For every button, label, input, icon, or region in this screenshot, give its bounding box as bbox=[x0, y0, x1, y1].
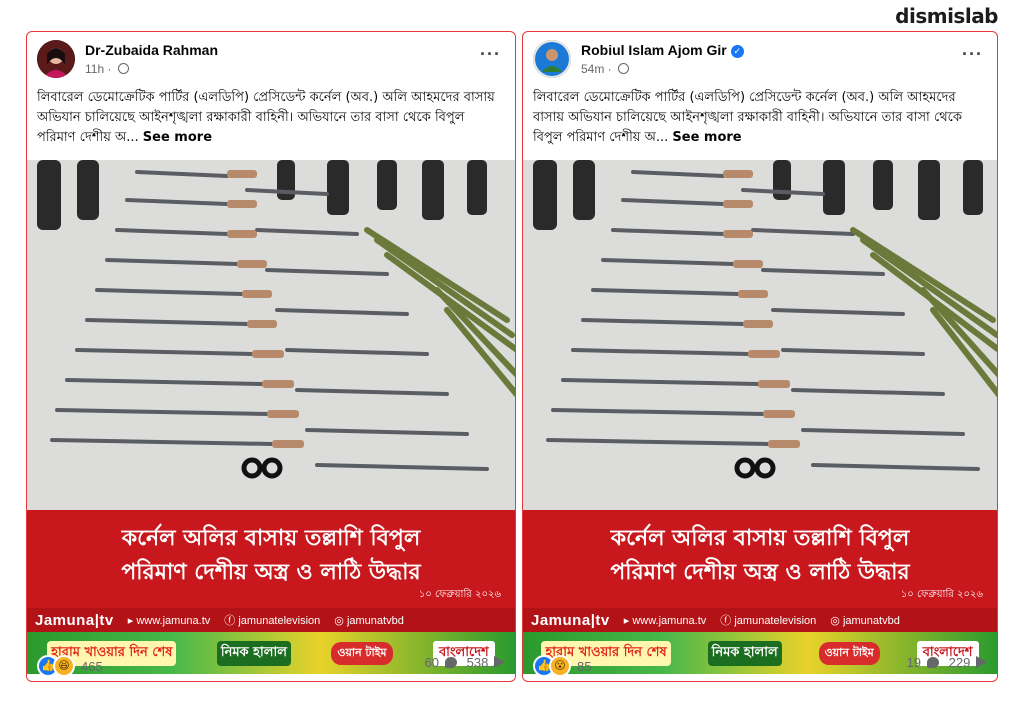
reaction-count: 85 bbox=[577, 658, 592, 674]
avatar-photo-icon bbox=[37, 40, 75, 78]
comment-count[interactable]: 60 bbox=[425, 655, 457, 670]
post-footer: 👍 😮 85 19 229 bbox=[533, 653, 987, 677]
headline-date: ১০ ফেব্রুয়ারি ২০২৬ bbox=[900, 589, 983, 600]
share-count[interactable]: 538 bbox=[467, 655, 505, 670]
author-name[interactable]: Dr-Zubaida Rahman bbox=[85, 42, 218, 58]
comment-icon bbox=[926, 657, 939, 668]
verified-badge-icon: ✓ bbox=[730, 45, 744, 58]
public-globe-icon bbox=[117, 63, 129, 74]
engagement-stats: 19 229 bbox=[907, 655, 987, 670]
avatar[interactable] bbox=[37, 40, 75, 78]
news-headline-banner: কর্নেল অলির বাসায় তল্লাশি বিপুল পরিমাণ … bbox=[27, 510, 515, 608]
see-more-link[interactable]: See more bbox=[143, 130, 212, 145]
headline-line-1: কর্নেল অলির বাসায় তল্লাশি বিপুল bbox=[121, 526, 421, 551]
headline-date: ১০ ফেব্রুয়ারি ২০২৬ bbox=[418, 589, 501, 600]
share-count[interactable]: 229 bbox=[949, 655, 987, 670]
post-caption: লিবারেল ডেমোক্রেটিক পার্টির (এলডিপি) প্র… bbox=[533, 90, 962, 145]
channel-bar: Jamuna|tv ▸ www.jamuna.tv ⓕ jamunatelevi… bbox=[27, 608, 515, 632]
wow-reaction-icon: 😮 bbox=[549, 655, 571, 677]
facebook-handle: ⓕ jamunatelevision bbox=[224, 615, 321, 627]
author-name[interactable]: Robiul Islam Ajom Gir ✓ bbox=[581, 42, 744, 58]
headline-line-2: পরিমাণ দেশীয় অস্ত্র ও লাঠি উদ্ধার bbox=[121, 560, 421, 585]
instagram-handle: ◎ jamunatvbd bbox=[830, 614, 900, 627]
share-icon bbox=[976, 656, 987, 668]
post-image[interactable] bbox=[523, 160, 997, 510]
dismislab-logo: dismislab bbox=[895, 4, 998, 28]
post-meta: 11h · bbox=[85, 62, 129, 76]
jamuna-logo: Jamuna|tv bbox=[35, 611, 114, 629]
comment-count[interactable]: 19 bbox=[907, 655, 939, 670]
reactions[interactable]: 👍 😆 465 bbox=[37, 655, 103, 677]
headline-line-2: পরিমাণ দেশীয় অস্ত্র ও লাঠি উদ্ধার bbox=[610, 560, 910, 585]
public-globe-icon bbox=[618, 63, 630, 74]
jamuna-logo: Jamuna|tv bbox=[531, 611, 610, 629]
see-more-link[interactable]: See more bbox=[672, 130, 741, 145]
website-text: ▸ www.jamuna.tv bbox=[623, 614, 707, 627]
headline-line-1: কর্নেল অলির বাসায় তল্লাশি বিপুল bbox=[610, 526, 910, 551]
post-caption: লিবারেল ডেমোক্রেটিক পার্টির (এলডিপি) প্র… bbox=[37, 90, 495, 145]
reaction-count: 465 bbox=[81, 658, 103, 674]
facebook-handle: ⓕ jamunatelevision bbox=[720, 615, 817, 627]
more-options-icon[interactable]: ··· bbox=[962, 44, 983, 65]
engagement-stats: 60 538 bbox=[425, 655, 505, 670]
haha-reaction-icon: 😆 bbox=[53, 655, 75, 677]
reactions[interactable]: 👍 😮 85 bbox=[533, 655, 591, 677]
facebook-post: Dr-Zubaida Rahman 11h · ··· লিবারেল ডেমো… bbox=[26, 31, 516, 682]
post-header: Robiul Islam Ajom Gir ✓ 54m · ··· bbox=[533, 40, 987, 80]
share-icon bbox=[494, 656, 505, 668]
post-footer: 👍 😆 465 60 538 bbox=[37, 653, 505, 677]
post-image[interactable] bbox=[27, 160, 515, 510]
avatar-photo-icon bbox=[533, 40, 571, 78]
channel-bar: Jamuna|tv ▸ www.jamuna.tv ⓕ jamunatelevi… bbox=[523, 608, 997, 632]
post-meta: 54m · bbox=[581, 62, 630, 76]
facebook-post: Robiul Islam Ajom Gir ✓ 54m · ··· লিবারেল… bbox=[522, 31, 998, 682]
website-text: ▸ www.jamuna.tv bbox=[127, 614, 211, 627]
seized-weapons-photo bbox=[523, 160, 997, 510]
avatar[interactable] bbox=[533, 40, 571, 78]
news-headline-banner: কর্নেল অলির বাসায় তল্লাশি বিপুল পরিমাণ … bbox=[523, 510, 997, 608]
seized-weapons-photo bbox=[27, 160, 515, 510]
post-header: Dr-Zubaida Rahman 11h · ··· bbox=[37, 40, 505, 80]
post-time[interactable]: 11h bbox=[85, 62, 104, 76]
comment-icon bbox=[444, 657, 457, 668]
more-options-icon[interactable]: ··· bbox=[480, 44, 501, 65]
instagram-handle: ◎ jamunatvbd bbox=[334, 614, 404, 627]
post-time[interactable]: 54m bbox=[581, 62, 604, 76]
